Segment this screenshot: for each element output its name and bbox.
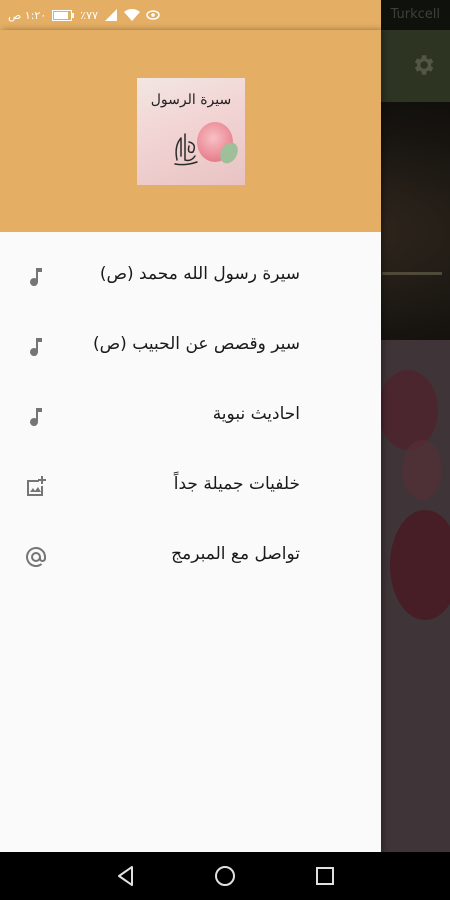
- wifi-icon: [123, 8, 140, 21]
- add-photo-icon: [27, 476, 46, 496]
- at-sign-icon: [26, 546, 46, 567]
- recents-square-icon[interactable]: [313, 864, 337, 888]
- music-note-icon: [30, 268, 42, 287]
- menu-item-label: سيرة رسول الله محمد (ص): [99, 264, 300, 284]
- battery-icon: [52, 9, 75, 21]
- battery-percent: ٪٧٧: [80, 8, 98, 22]
- menu-item-label: خلفيات جميلة جداً: [173, 474, 300, 494]
- menu-item-label: احاديث نبوية: [212, 404, 300, 424]
- status-time: ١:٢٠ ص: [8, 8, 47, 22]
- navigation-drawer: سيرة الرسول سيرة رسول الله محمد (ص) سير …: [0, 30, 381, 852]
- back-triangle-icon[interactable]: [114, 864, 138, 888]
- music-note-icon: [30, 338, 42, 357]
- drawer-menu: سيرة رسول الله محمد (ص) سير وقصص عن الحب…: [0, 242, 381, 592]
- menu-item-stories[interactable]: سير وقصص عن الحبيب (ص): [0, 312, 381, 382]
- calligraphy-seal: [174, 133, 198, 166]
- logo-title: سيرة الرسول: [150, 92, 232, 108]
- signal-icon: [104, 9, 117, 21]
- menu-item-hadiths[interactable]: احاديث نبوية: [0, 382, 381, 452]
- eye-comfort-icon: [146, 10, 160, 20]
- menu-item-contact-developer[interactable]: تواصل مع المبرمج: [0, 522, 381, 592]
- menu-item-wallpapers[interactable]: خلفيات جميلة جداً: [0, 452, 381, 522]
- status-icons: ١:٢٠ ص ٪٧٧: [8, 7, 160, 23]
- menu-item-label: تواصل مع المبرمج: [171, 544, 300, 564]
- home-circle-icon[interactable]: [213, 864, 237, 888]
- system-navigation-bar: [0, 852, 450, 900]
- drawer-header: سيرة الرسول: [0, 30, 381, 232]
- app-logo-image: سيرة الرسول: [137, 78, 245, 185]
- music-note-icon: [30, 408, 42, 427]
- status-bar: ١:٢٠ ص ٪٧٧: [0, 0, 381, 30]
- menu-item-prophet-biography[interactable]: سيرة رسول الله محمد (ص): [0, 242, 381, 312]
- menu-item-label: سير وقصص عن الحبيب (ص): [92, 334, 300, 354]
